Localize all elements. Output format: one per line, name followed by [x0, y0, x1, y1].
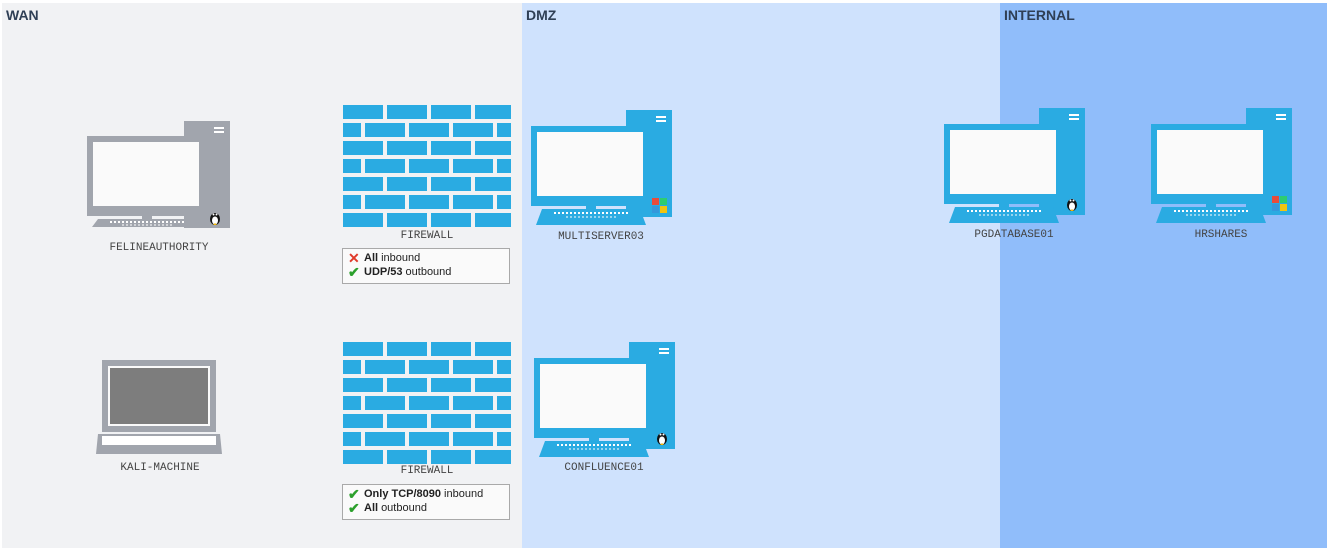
rule-row: ✔ UDP/53 outbound	[348, 265, 504, 279]
rule-bold: All	[364, 252, 379, 264]
firewall-brick-icon	[343, 342, 511, 464]
windows-icon	[652, 198, 667, 213]
node-pgdatabase01[interactable]	[941, 108, 1091, 226]
node-label-confluence01: CONFLUENCE01	[564, 462, 644, 474]
node-label-kali-machine: KALI-MACHINE	[120, 462, 200, 474]
zone-internal: INTERNAL	[1000, 3, 1327, 548]
zone-label-wan: WAN	[6, 7, 39, 23]
node-label-multiserver03: MULTISERVER03	[558, 231, 644, 243]
rule-text: outbound	[405, 266, 452, 278]
laptop-icon	[96, 360, 222, 454]
node-label-felineauthority: FELINEAUTHORITY	[109, 242, 209, 254]
node-confluence01[interactable]	[531, 342, 681, 460]
linux-icon	[657, 433, 667, 445]
linux-icon	[210, 213, 220, 225]
zone-label-internal: INTERNAL	[1004, 7, 1075, 23]
rule-bold: Only TCP/8090	[364, 488, 442, 500]
rule-bold: All	[364, 502, 379, 514]
node-label-pgdatabase01: PGDATABASE01	[974, 229, 1054, 241]
deny-x-icon: ✕	[348, 250, 360, 266]
firewall-1[interactable]	[343, 105, 511, 230]
rule-row: ✔ Only TCP/8090 inbound	[348, 487, 504, 501]
rule-bold: UDP/53	[364, 266, 403, 278]
firewall-brick-icon	[343, 105, 511, 227]
node-hrshares[interactable]	[1148, 108, 1298, 226]
node-kali-machine[interactable]	[94, 358, 226, 460]
node-label-hrshares: HRSHARES	[1194, 229, 1248, 241]
rule-text: outbound	[381, 502, 427, 514]
allow-check-icon: ✔	[348, 486, 360, 502]
firewall-2[interactable]	[343, 342, 511, 467]
rule-text: inbound	[444, 488, 484, 500]
zone-label-dmz: DMZ	[526, 7, 557, 23]
node-felineauthority[interactable]	[82, 120, 232, 230]
firewall-1-rules: ✕ All inbound ✔ UDP/53 outbound	[342, 248, 510, 284]
rule-row: ✕ All inbound	[348, 251, 504, 265]
allow-check-icon: ✔	[348, 500, 360, 516]
node-multiserver03[interactable]	[528, 110, 678, 228]
linux-icon	[1067, 199, 1077, 211]
rule-text: inbound	[381, 252, 421, 264]
rule-row: ✔ All outbound	[348, 501, 504, 515]
windows-icon	[1272, 196, 1287, 211]
allow-check-icon: ✔	[348, 264, 360, 280]
firewall-2-rules: ✔ Only TCP/8090 inbound ✔ All outbound	[342, 484, 510, 520]
